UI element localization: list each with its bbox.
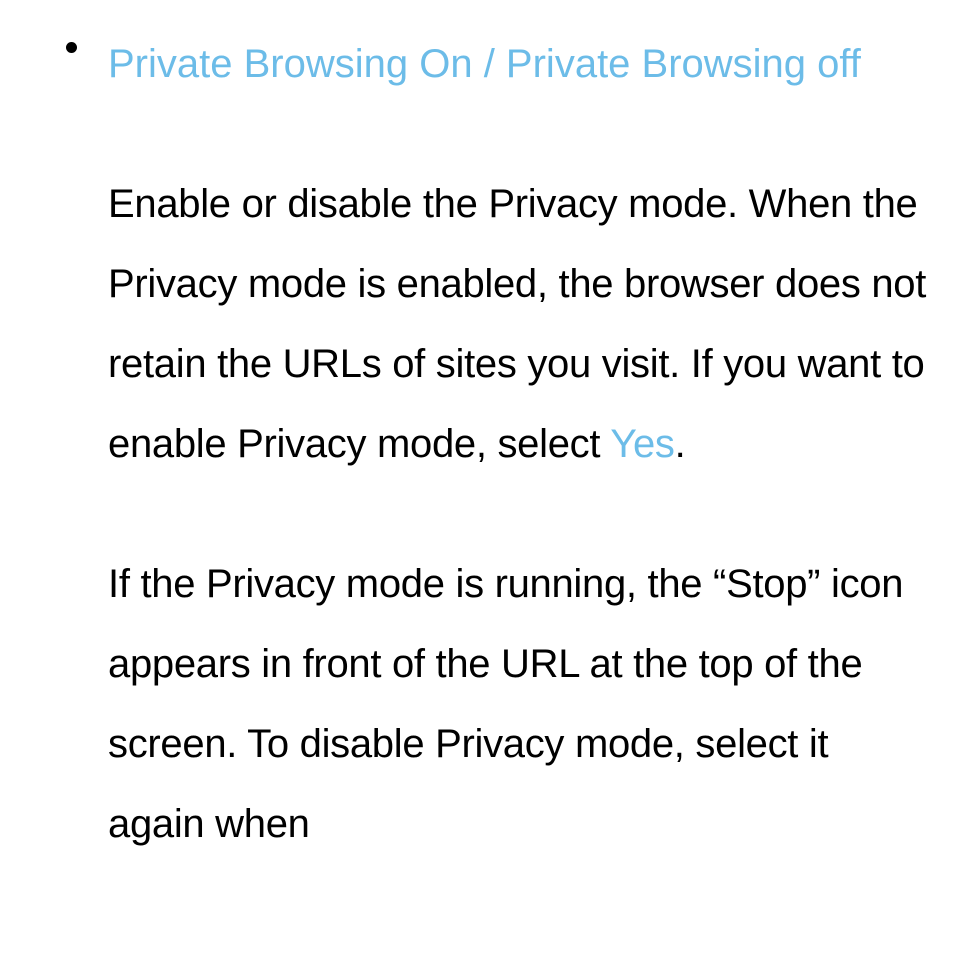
highlight-yes: Yes xyxy=(610,422,674,466)
item-title: Private Browsing On / Private Browsing o… xyxy=(108,24,934,104)
paragraph-text: If the Privacy mode is running, the “Sto… xyxy=(108,562,903,846)
bullet-icon xyxy=(66,42,77,53)
paragraph-text: . xyxy=(675,422,686,466)
list-item: Private Browsing On / Private Browsing o… xyxy=(54,24,934,864)
paragraph-text: Enable or disable the Privacy mode. When… xyxy=(108,182,926,466)
paragraph: Enable or disable the Privacy mode. When… xyxy=(108,164,934,484)
paragraph: If the Privacy mode is running, the “Sto… xyxy=(108,544,934,864)
document-content: Private Browsing On / Private Browsing o… xyxy=(0,0,954,864)
bullet-list: Private Browsing On / Private Browsing o… xyxy=(54,24,934,864)
